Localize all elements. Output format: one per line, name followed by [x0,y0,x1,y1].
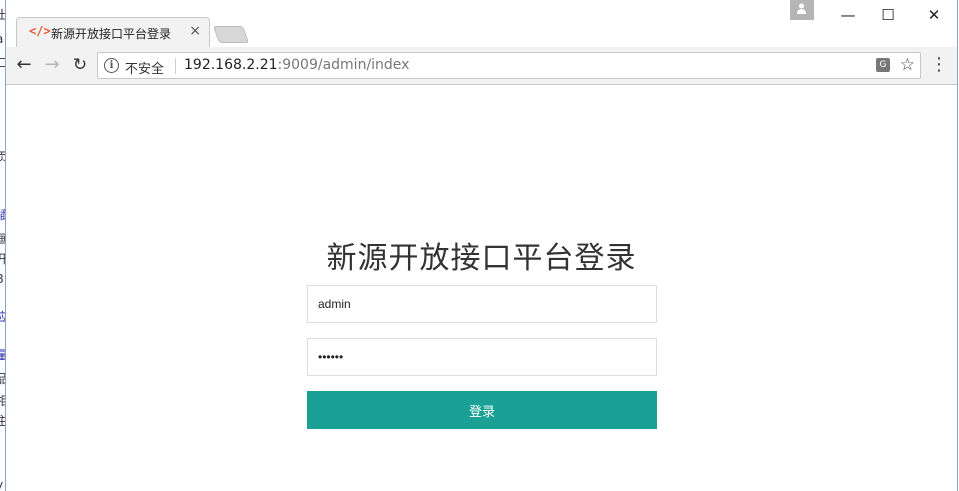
close-tab-icon[interactable]: × [189,23,201,39]
page-content: 新源开放接口平台登录 登录 [6,85,957,491]
security-label[interactable]: 不安全 [125,58,164,77]
login-button[interactable]: 登录 [307,391,657,429]
username-input[interactable] [307,285,657,323]
url-host: 192.168.2.21 [184,57,278,73]
browser-toolbar: ← → ↻ i 不安全 192.168.2.21:9009/admin/inde… [6,47,957,85]
reload-button[interactable]: ↻ [68,53,92,77]
background-text-fragment: 8 [0,272,4,286]
url-path: :9009/admin/index [277,57,410,73]
bookmark-star-icon[interactable]: ☆ [900,55,915,75]
address-bar[interactable]: i 不安全 192.168.2.21:9009/admin/index G ☆ [97,52,921,79]
forward-button[interactable]: → [40,53,64,77]
minimize-button[interactable]: — [828,2,868,28]
close-window-button[interactable]: ✕ [914,2,954,28]
tab-title: 新源开放接口平台登录 [51,27,172,41]
browser-tab[interactable]: </> 新源开放接口平台登录 × [16,17,210,47]
translate-icon[interactable]: G [876,58,890,72]
password-input[interactable] [307,338,657,376]
browser-window: </> 新源开放接口平台登录 × — ☐ ✕ ← → ↻ i 不安全 192.1… [5,0,958,491]
background-text-fragment: a [0,32,3,46]
back-button[interactable]: ← [12,53,36,77]
title-bar: </> 新源开放接口平台登录 × — ☐ ✕ [6,0,957,47]
info-icon[interactable]: i [104,58,119,73]
maximize-button[interactable]: ☐ [868,2,908,28]
profile-button[interactable] [790,0,814,20]
code-icon: </> [29,24,51,38]
login-title: 新源开放接口平台登录 [326,241,637,276]
background-text-fragment: y [0,478,3,491]
url-text[interactable]: 192.168.2.21:9009/admin/index [184,57,409,73]
omnibox-divider [175,58,176,74]
new-tab-button[interactable] [212,26,250,43]
person-icon [797,3,806,14]
browser-menu-icon[interactable]: ⋮ [930,53,948,77]
